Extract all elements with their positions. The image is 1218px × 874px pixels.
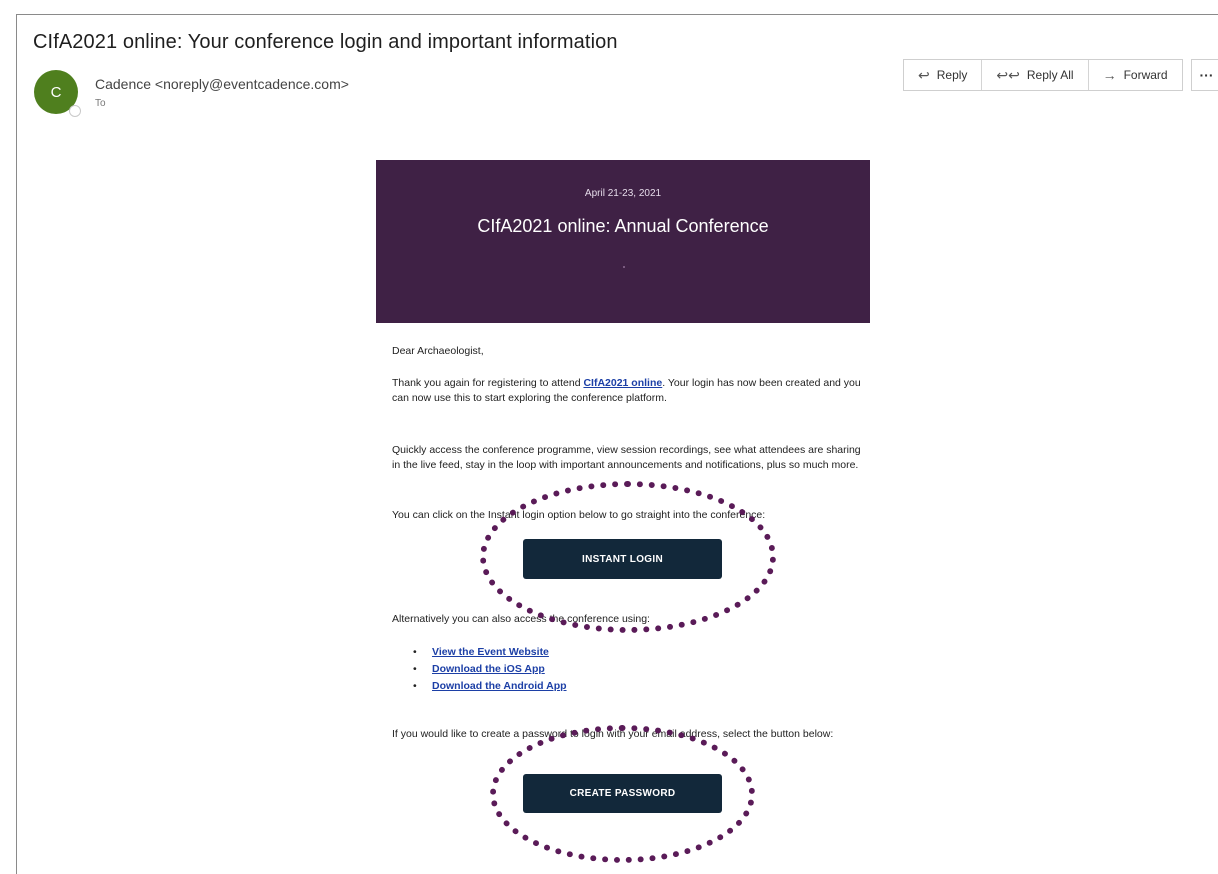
forward-button[interactable]: → Forward (1089, 60, 1182, 90)
presence-status-icon (69, 105, 81, 117)
conference-banner: April 21-23, 2021 CIfA2021 online: Annua… (376, 160, 870, 323)
greeting: Dear Archaeologist, (392, 345, 484, 357)
conference-link[interactable]: CIfA2021 online (583, 377, 662, 389)
instant-login-instructions: You can click on the Instant login optio… (392, 509, 766, 521)
reply-button[interactable]: ↩ Reply (904, 60, 983, 90)
list-item: Download the iOS App (413, 661, 567, 678)
reply-all-label: Reply All (1026, 68, 1074, 82)
intro-paragraph: Thank you again for registering to atten… (392, 376, 862, 406)
alternatives-paragraph: Alternatively you can also access the co… (392, 613, 650, 625)
reply-icon: ↩ (918, 66, 930, 83)
avatar-initial: C (50, 83, 62, 101)
sender-name[interactable]: Cadence <noreply@eventcadence.com> (95, 76, 349, 92)
banner-dot (623, 266, 625, 268)
message-actions-toolbar: ↩ Reply ↩↩ Reply All → Forward (903, 59, 1183, 91)
create-password-button[interactable]: CREATE PASSWORD (523, 774, 722, 813)
instant-login-button[interactable]: INSTANT LOGIN (523, 539, 722, 579)
reply-label: Reply (936, 68, 968, 82)
forward-label: Forward (1123, 68, 1168, 82)
create-password-label: CREATE PASSWORD (569, 788, 676, 799)
forward-icon: → (1102, 67, 1117, 83)
banner-date: April 21-23, 2021 (584, 188, 662, 199)
event-website-link[interactable]: View the Event Website (432, 646, 549, 658)
list-item: Download the Android App (413, 678, 567, 695)
instant-login-label: INSTANT LOGIN (582, 553, 663, 565)
features-paragraph: Quickly access the conference programme,… (392, 444, 861, 471)
reply-all-icon: ↩↩ (996, 66, 1020, 83)
email-subject: CIfA2021 online: Your conference login a… (33, 31, 618, 53)
list-item: View the Event Website (413, 644, 567, 661)
to-label: To (95, 98, 106, 109)
ios-app-link[interactable]: Download the iOS App (432, 663, 545, 675)
android-app-link[interactable]: Download the Android App (432, 680, 567, 692)
reply-all-button[interactable]: ↩↩ Reply All (982, 60, 1089, 90)
banner-title: CIfA2021 online: Annual Conference (477, 216, 769, 236)
more-actions-button[interactable]: ··· (1191, 59, 1218, 91)
create-password-instructions: If you would like to create a password t… (392, 728, 834, 740)
intro-text-pre: Thank you again for registering to atten… (392, 377, 584, 389)
access-links-list: View the Event Website Download the iOS … (413, 644, 567, 695)
more-icon: ··· (1199, 67, 1214, 83)
